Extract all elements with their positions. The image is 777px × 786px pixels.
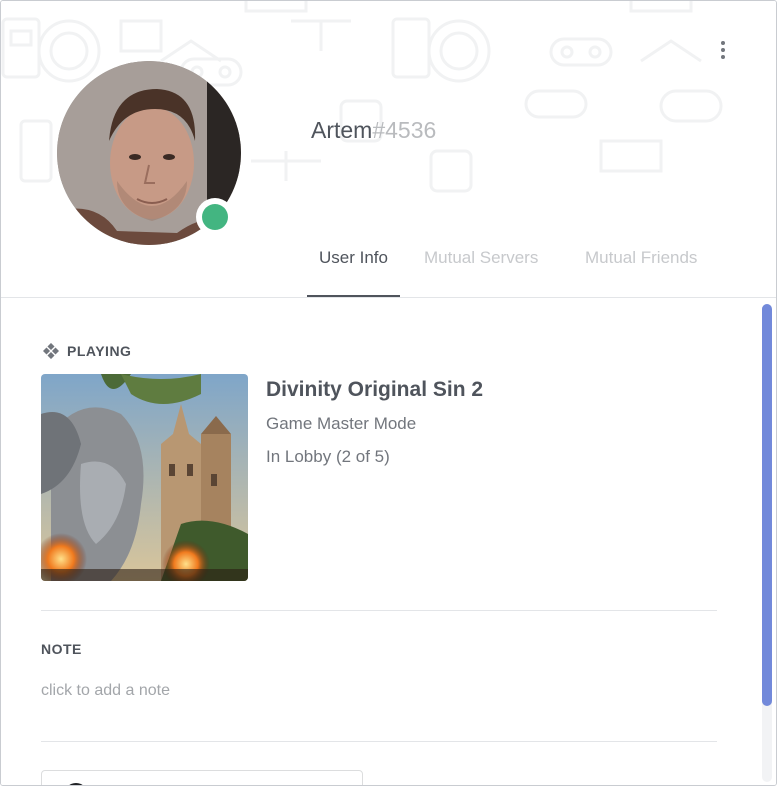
user-profile-modal: Artem#4536 User Info Mutual Servers Mutu… <box>0 0 777 786</box>
game-title: Divinity Original Sin 2 <box>266 378 484 401</box>
activity-header: PLAYING <box>43 343 131 359</box>
gamepad-icon <box>43 343 59 359</box>
more-options-icon[interactable] <box>715 39 731 67</box>
game-details: Game Master Mode <box>266 414 417 433</box>
scrollbar-thumb[interactable] <box>762 304 772 706</box>
section-divider <box>41 610 717 611</box>
tab-mutual-friends[interactable]: Mutual Friends <box>585 241 697 297</box>
online-status-dot <box>202 204 228 230</box>
username-display[interactable]: Artem#4536 <box>311 117 436 144</box>
status-indicator <box>196 198 234 236</box>
profile-body: PLAYING Divinity Original Sin 2 Game Mas… <box>1 298 776 785</box>
game-cover-image <box>41 374 248 581</box>
section-divider <box>41 741 717 742</box>
connected-account-card[interactable] <box>41 770 363 785</box>
activity-label: PLAYING <box>67 343 132 359</box>
note-label: NOTE <box>41 641 82 657</box>
discriminator: #4536 <box>372 117 437 143</box>
account-icon <box>64 783 88 785</box>
note-input[interactable] <box>41 682 441 700</box>
profile-header: Artem#4536 User Info Mutual Servers Mutu… <box>1 1 776 298</box>
game-state: In Lobby (2 of 5) <box>266 447 390 466</box>
username: Artem <box>311 117 373 143</box>
tab-mutual-servers[interactable]: Mutual Servers <box>424 241 538 297</box>
tab-user-info[interactable]: User Info <box>307 241 400 297</box>
